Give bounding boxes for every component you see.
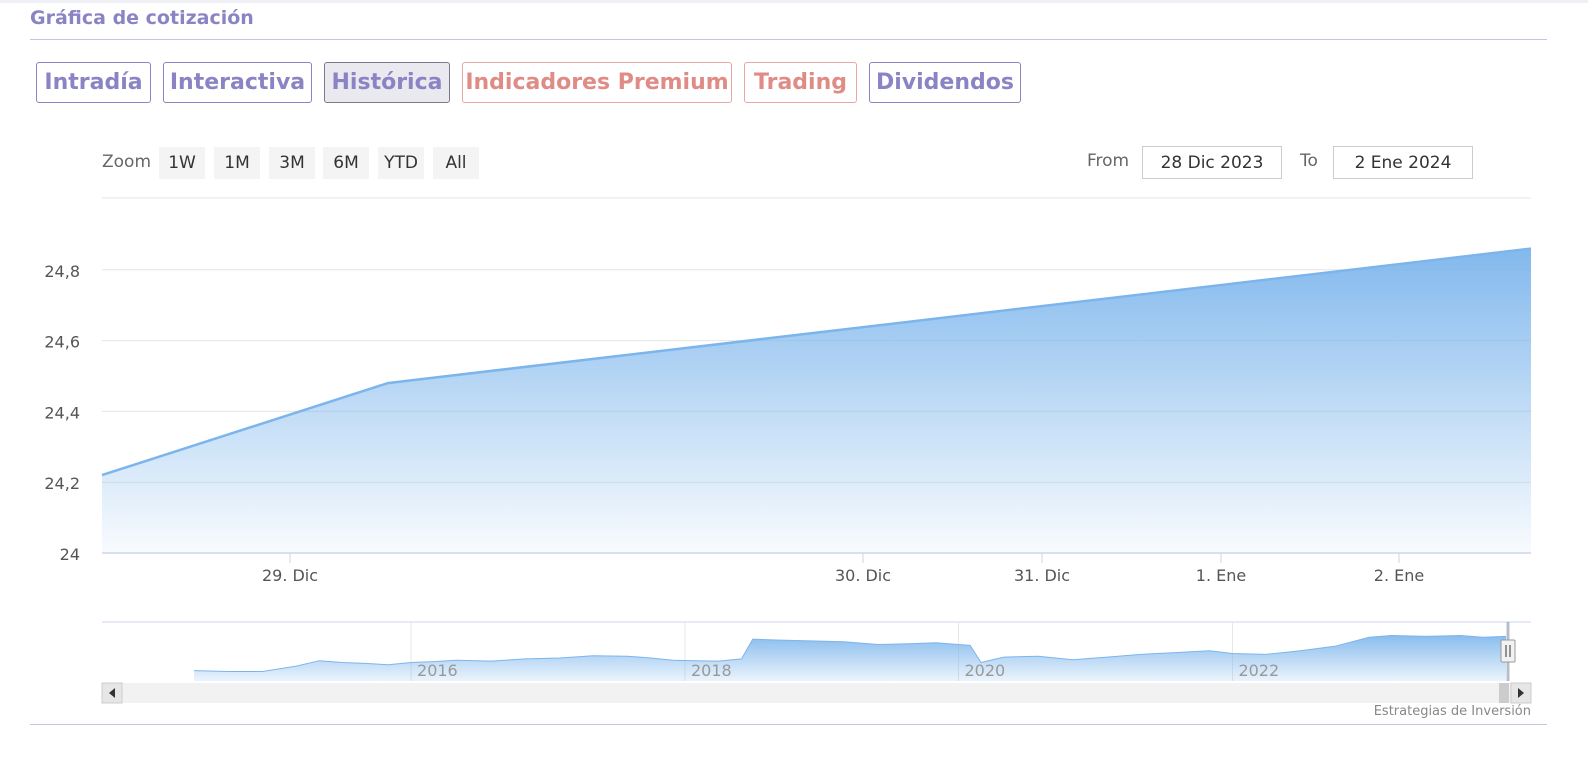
x-tick-label: 31. Dic — [1014, 566, 1070, 585]
scroll-left-button[interactable] — [101, 682, 123, 704]
x-tick-label: 1. Ene — [1196, 566, 1246, 585]
scrollbar-thumb[interactable] — [1499, 683, 1509, 703]
scroll-right-button[interactable] — [1510, 682, 1532, 704]
navigator-tick-label: 2022 — [1238, 661, 1279, 680]
navigator-tick-label: 2020 — [965, 661, 1006, 680]
x-tick-label: 29. Dic — [262, 566, 318, 585]
series-layer — [101, 247, 1532, 553]
navigator-handle[interactable] — [1500, 639, 1516, 663]
price-chart: 24 24,2 24,4 24,6 24,8 29. Dic 30. Dic 31. Dic 1… — [44, 197, 1532, 704]
quote-chart-panel: Gráfica de cotización Intradía Interacti… — [0, 0, 1588, 761]
y-tick-label: 24,8 — [44, 262, 80, 281]
y-tick-label: 24,6 — [44, 333, 80, 352]
navigator-tick-label: 2016 — [417, 661, 458, 680]
navigator-tick-label: 2018 — [691, 661, 732, 680]
y-tick-label: 24 — [60, 545, 80, 564]
y-tick-label: 24,4 — [44, 403, 80, 422]
x-tick-label: 2. Ene — [1374, 566, 1424, 585]
series-area — [102, 248, 1531, 553]
y-tick-label: 24,2 — [44, 474, 80, 493]
scrollbar-track[interactable] — [102, 683, 1531, 703]
bottom-divider — [30, 724, 1547, 725]
navigator[interactable]: 2016 2018 2020 2022 — [101, 621, 1532, 704]
credits-text: Estrategias de Inversión — [1373, 704, 1531, 719]
x-tick-label: 30. Dic — [835, 566, 891, 585]
